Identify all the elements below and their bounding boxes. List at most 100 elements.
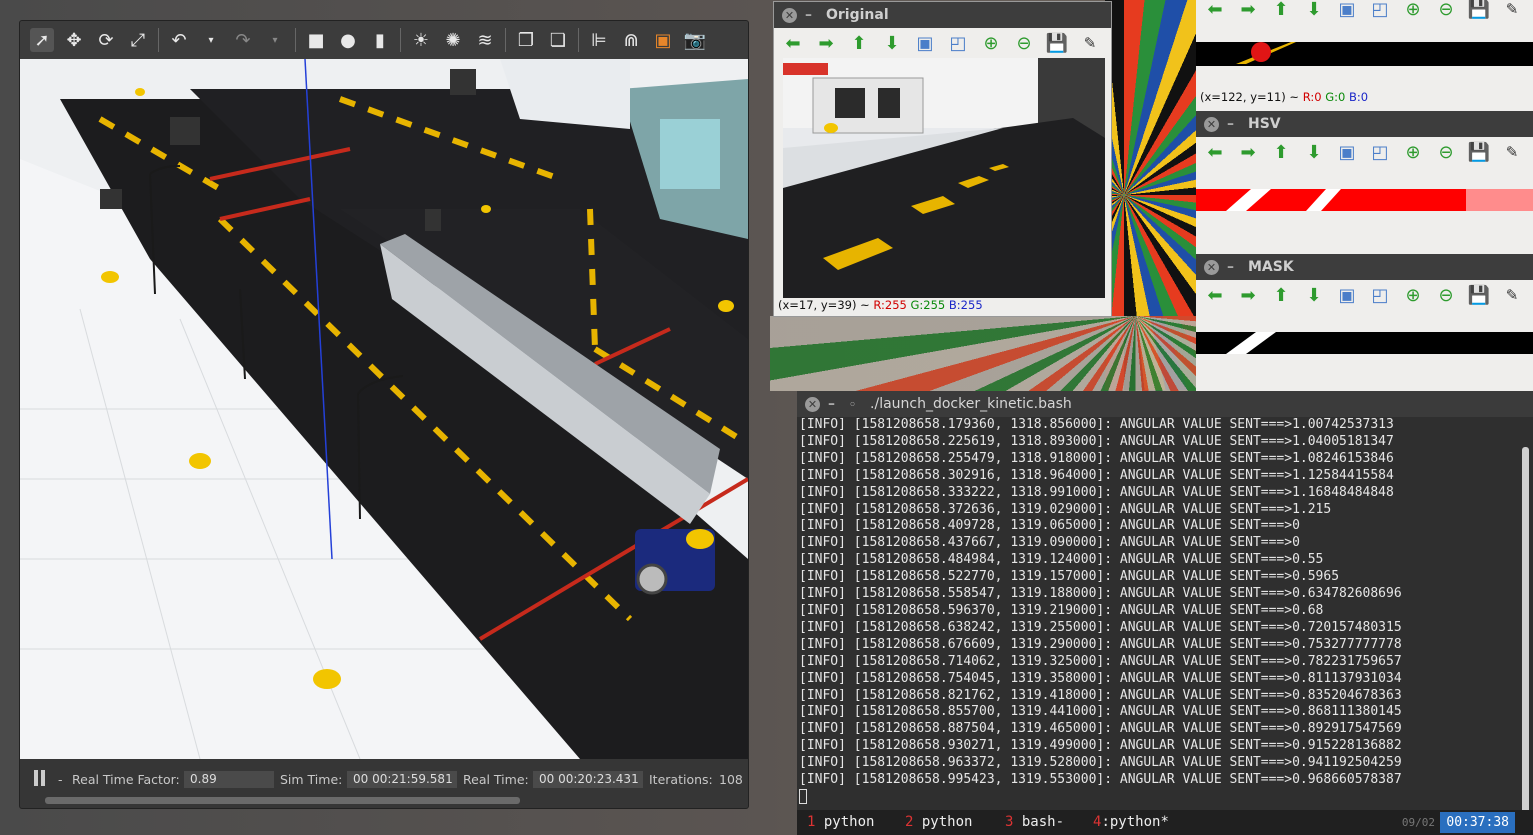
close-icon[interactable]: ✕ (1204, 116, 1219, 132)
minimize-icon[interactable]: – (1227, 259, 1234, 275)
close-icon[interactable]: ✕ (782, 7, 797, 23)
dropdown-icon[interactable]: ▾ (263, 28, 287, 52)
original-image-window[interactable]: ✕ – Original ⬅ ➡ ⬆ ⬇ ▣ ◰ ⊕ ⊖ 💾 ✎ (x=17, … (773, 1, 1112, 317)
zoom-in-icon[interactable]: ⊕ (1402, 0, 1424, 20)
minimize-icon[interactable]: – (805, 7, 812, 23)
image-toolbar: ⬅ ➡ ⬆ ⬇ ▣ ◰ ⊕ ⊖ 💾 ✎ (1196, 0, 1533, 24)
pan-left-icon[interactable]: ⬅ (1204, 141, 1226, 163)
close-icon[interactable]: ✕ (805, 396, 820, 412)
tmux-window-4[interactable]: 4:python* (1093, 810, 1169, 835)
translate-icon[interactable]: ✥ (62, 28, 86, 52)
terminal-output[interactable]: [INFO] [1581208658.179360, 1318.856000]:… (797, 417, 1523, 819)
pan-down-icon[interactable]: ⬇ (881, 32, 903, 54)
align-icon[interactable]: ⊫ (587, 28, 611, 52)
pan-up-icon[interactable]: ⬆ (1270, 284, 1292, 306)
zoom-out-icon[interactable]: ⊖ (1435, 141, 1457, 163)
save-icon[interactable]: 💾 (1468, 141, 1490, 163)
tmux-window-3[interactable]: 3 bash- (1005, 810, 1064, 835)
pan-right-icon[interactable]: ➡ (1237, 0, 1259, 20)
zoom-original-icon[interactable]: ◰ (1369, 141, 1391, 163)
terminal-line: [INFO] [1581208658.484984, 1319.124000]:… (799, 552, 1324, 568)
pan-down-icon[interactable]: ⬇ (1303, 141, 1325, 163)
wallpaper-art-lower (770, 316, 1200, 391)
zoom-fit-icon[interactable]: ▣ (1336, 0, 1358, 20)
pan-left-icon[interactable]: ⬅ (1204, 0, 1226, 20)
save-icon[interactable]: 💾 (1468, 284, 1490, 306)
zoom-out-icon[interactable]: ⊖ (1013, 32, 1035, 54)
zoom-fit-icon[interactable]: ▣ (1336, 284, 1358, 306)
pan-up-icon[interactable]: ⬆ (848, 32, 870, 54)
zoom-original-icon[interactable]: ◰ (1369, 0, 1391, 20)
zoom-out-icon[interactable]: ⊖ (1435, 284, 1457, 306)
tmux-window-2[interactable]: 2 python (905, 810, 972, 835)
pan-left-icon[interactable]: ⬅ (782, 32, 804, 54)
rotate-icon[interactable]: ⟳ (94, 28, 118, 52)
window-title: MASK (1248, 259, 1294, 275)
properties-icon[interactable]: ✎ (1079, 32, 1101, 54)
pin-icon[interactable]: ◦ (849, 398, 856, 411)
camera-image (783, 58, 1105, 298)
mask-image-window[interactable]: ✕ – MASK ⬅ ➡ ⬆ ⬇ ▣ ◰ ⊕ ⊖ 💾 ✎ (1196, 254, 1533, 391)
zoom-in-icon[interactable]: ⊕ (1402, 284, 1424, 306)
pan-left-icon[interactable]: ⬅ (1204, 284, 1226, 306)
select-arrow-icon[interactable]: ➚ (30, 28, 54, 52)
box-icon[interactable]: ■ (304, 28, 328, 52)
terminal-scrollbar[interactable] (1522, 447, 1529, 817)
zoom-fit-icon[interactable]: ▣ (914, 32, 936, 54)
magnet-icon[interactable]: ⋒ (619, 28, 643, 52)
properties-icon[interactable]: ✎ (1501, 284, 1523, 306)
pan-right-icon[interactable]: ➡ (815, 32, 837, 54)
redo-icon[interactable]: ↷ (231, 28, 255, 52)
dropdown-icon[interactable]: ▾ (199, 28, 223, 52)
properties-icon[interactable]: ✎ (1501, 0, 1523, 20)
undo-icon[interactable]: ↶ (167, 28, 191, 52)
pan-up-icon[interactable]: ⬆ (1270, 141, 1292, 163)
gazebo-window[interactable]: ➚ ✥ ⟳ ⤢ ↶ ▾ ↷ ▾ ■ ● ▮ ☀ ✺ ≋ ❐ ❏ ⊫ ⋒ ▣ 📷 (19, 20, 749, 809)
properties-icon[interactable]: ✎ (1501, 141, 1523, 163)
paste-icon[interactable]: ❏ (546, 28, 570, 52)
save-icon[interactable]: 💾 (1468, 0, 1490, 20)
filtered-image-window[interactable]: ⬅ ➡ ⬆ ⬇ ▣ ◰ ⊕ ⊖ 💾 ✎ (x=122, y=11) ~ R:0 … (1196, 0, 1533, 111)
hsv-titlebar: ✕ – HSV (1196, 111, 1533, 137)
tmux-date: 09/02 (1401, 816, 1435, 829)
tmux-status-bar: 1 python 2 python 3 bash- 4:python* 09/0… (797, 810, 1533, 835)
terminal-line: [INFO] [1581208658.855700, 1319.441000]:… (799, 704, 1402, 720)
mask-titlebar: ✕ – MASK (1196, 254, 1533, 280)
gazebo-toolbar: ➚ ✥ ⟳ ⤢ ↶ ▾ ↷ ▾ ■ ● ▮ ☀ ✺ ≋ ❐ ❏ ⊫ ⋒ ▣ 📷 (20, 21, 748, 59)
sphere-icon[interactable]: ● (336, 28, 360, 52)
real-time-label: Real Time: (463, 772, 529, 787)
zoom-fit-icon[interactable]: ▣ (1336, 141, 1358, 163)
pan-down-icon[interactable]: ⬇ (1303, 0, 1325, 20)
terminal-window[interactable]: ✕ – ◦ ./launch_docker_kinetic.bash [INFO… (797, 391, 1533, 835)
pause-icon[interactable] (34, 770, 46, 786)
pan-right-icon[interactable]: ➡ (1237, 141, 1259, 163)
tmux-window-1[interactable]: 1 python (807, 810, 874, 835)
terminal-titlebar: ✕ – ◦ ./launch_docker_kinetic.bash (797, 391, 1533, 417)
terminal-line: [INFO] [1581208658.638242, 1319.255000]:… (799, 619, 1402, 635)
close-icon[interactable]: ✕ (1204, 259, 1219, 275)
camera-icon[interactable]: 📷 (683, 28, 707, 52)
pan-up-icon[interactable]: ⬆ (1270, 0, 1292, 20)
paint-icon[interactable]: ▣ (651, 28, 675, 52)
zoom-original-icon[interactable]: ◰ (947, 32, 969, 54)
cylinder-icon[interactable]: ▮ (368, 28, 392, 52)
pan-right-icon[interactable]: ➡ (1237, 284, 1259, 306)
minimize-icon[interactable]: – (828, 396, 835, 412)
horizontal-scrollbar[interactable] (45, 797, 520, 804)
zoom-out-icon[interactable]: ⊖ (1435, 0, 1457, 20)
terminal-line: [INFO] [1581208658.302916, 1318.964000]:… (799, 467, 1394, 483)
zoom-in-icon[interactable]: ⊕ (1402, 141, 1424, 163)
directional-light-icon[interactable]: ≋ (473, 28, 497, 52)
pan-down-icon[interactable]: ⬇ (1303, 284, 1325, 306)
minimize-icon[interactable]: – (1227, 116, 1234, 132)
zoom-original-icon[interactable]: ◰ (1369, 284, 1391, 306)
scale-icon[interactable]: ⤢ (126, 28, 150, 52)
gazebo-3d-viewport[interactable] (20, 59, 748, 759)
save-icon[interactable]: 💾 (1046, 32, 1068, 54)
zoom-in-icon[interactable]: ⊕ (980, 32, 1002, 54)
copy-icon[interactable]: ❐ (514, 28, 538, 52)
toolbar-divider (400, 28, 401, 52)
hsv-image-window[interactable]: ✕ – HSV ⬅ ➡ ⬆ ⬇ ▣ ◰ ⊕ ⊖ 💾 ✎ (1196, 111, 1533, 254)
spot-light-icon[interactable]: ✺ (441, 28, 465, 52)
sun-icon[interactable]: ☀ (409, 28, 433, 52)
